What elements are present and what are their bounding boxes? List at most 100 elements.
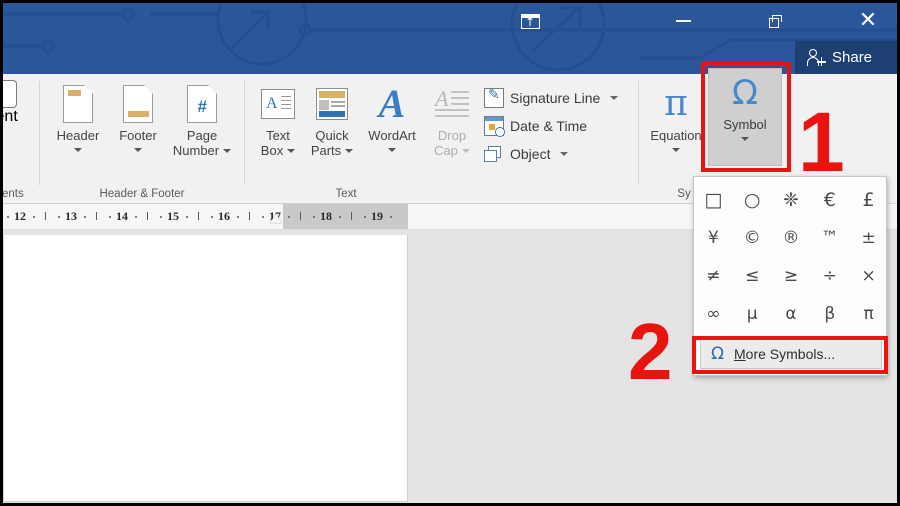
ribbon-group-comments: ment ents <box>0 74 38 204</box>
ruler-dot <box>186 216 188 218</box>
ruler-minor-tick <box>147 212 148 220</box>
ruler-dot <box>237 216 239 218</box>
comment-label: ment <box>0 108 18 126</box>
signature-line-caret[interactable] <box>610 96 618 100</box>
text-box-label-line2: Box <box>261 143 283 158</box>
close-button[interactable]: ✕ <box>845 4 891 38</box>
ruler-minor-tick <box>300 212 301 220</box>
symbol-cell[interactable]: ∞ <box>694 295 733 333</box>
drop-cap-button[interactable]: A Drop Cap <box>424 80 480 158</box>
symbol-cell[interactable]: £ <box>849 181 888 219</box>
close-icon: ✕ <box>859 10 877 32</box>
signature-line-label: Signature Line <box>510 90 600 106</box>
text-box-icon: A <box>261 80 295 128</box>
object-label: Object <box>510 146 550 162</box>
ruler-dot <box>135 216 137 218</box>
ruler-tick-label: 19 <box>371 209 383 224</box>
comment-button[interactable]: ment <box>0 80 28 126</box>
ruler-dot <box>364 216 366 218</box>
footer-caret[interactable] <box>134 143 142 157</box>
ruler-dot <box>58 216 60 218</box>
minimize-button[interactable] <box>660 4 706 38</box>
symbol-cell[interactable]: ¥ <box>694 219 733 257</box>
ruler-tick-label: 18 <box>320 209 332 224</box>
indent-marker[interactable] <box>270 214 282 223</box>
ruler-dot <box>262 216 264 218</box>
ruler-tick-label: 12 <box>14 209 26 224</box>
ruler-minor-tick <box>249 212 250 220</box>
page-number-label-line1: Page <box>187 128 217 143</box>
text-box-label-line1: Text <box>266 128 290 143</box>
header-caret[interactable] <box>74 143 82 157</box>
symbol-cell[interactable]: μ <box>733 295 772 333</box>
page-number-button[interactable]: # Page Number <box>170 80 234 158</box>
drop-cap-caret[interactable] <box>462 149 470 153</box>
symbol-cell[interactable]: ≠ <box>694 257 733 295</box>
header-page-icon <box>63 80 93 128</box>
symbol-cell[interactable]: □ <box>694 181 733 219</box>
ruler-minor-tick <box>96 212 97 220</box>
ruler-minor-tick <box>45 212 46 220</box>
equation-label: Equation <box>650 128 701 143</box>
symbol-cell[interactable]: ÷ <box>810 257 849 295</box>
object-caret[interactable] <box>560 152 568 156</box>
object-icon <box>484 144 504 164</box>
symbol-cell[interactable]: π <box>849 295 888 333</box>
equation-caret[interactable] <box>672 143 680 157</box>
pi-glyph: π <box>664 84 688 124</box>
ruler-dot <box>339 216 341 218</box>
symbol-cell[interactable]: ≤ <box>733 257 772 295</box>
quick-parts-label-line1: Quick <box>315 128 348 143</box>
symbol-cell[interactable]: ○ <box>733 181 772 219</box>
symbol-cell[interactable]: α <box>772 295 811 333</box>
page-number-caret[interactable] <box>223 149 231 153</box>
restore-button[interactable] <box>752 4 798 38</box>
wordart-button[interactable]: A WordArt <box>358 80 426 157</box>
quick-parts-caret[interactable] <box>345 149 353 153</box>
symbol-cell[interactable]: ± <box>849 219 888 257</box>
page-number-label-line2: Number <box>173 143 219 158</box>
quick-parts-button[interactable]: Quick Parts <box>304 80 360 158</box>
wordart-icon: A <box>379 80 406 128</box>
date-time-button[interactable]: Date & Time <box>480 112 618 140</box>
ruler-minor-tick <box>198 212 199 220</box>
symbol-cell[interactable]: × <box>849 257 888 295</box>
text-box-caret[interactable] <box>287 149 295 153</box>
object-button[interactable]: Object <box>480 140 618 168</box>
group-label-header-footer: Header & Footer <box>42 188 242 200</box>
symbol-cell[interactable]: β <box>810 295 849 333</box>
symbol-cell[interactable]: ™ <box>810 219 849 257</box>
ruler-dot <box>84 216 86 218</box>
symbol-cell[interactable]: © <box>733 219 772 257</box>
annotation-box-more-symbols <box>692 336 888 374</box>
footer-button[interactable]: Footer <box>110 80 166 157</box>
drop-cap-label-line2: Cap <box>434 143 458 158</box>
equation-button[interactable]: π Equation <box>644 80 708 157</box>
ruler-dot <box>390 216 392 218</box>
text-small-commands: Signature Line Date & Time Object <box>480 84 618 168</box>
wordart-label: WordArt <box>368 128 415 143</box>
ruler-dot <box>109 216 111 218</box>
share-person-icon <box>807 48 826 67</box>
wordart-caret[interactable] <box>388 143 396 157</box>
divider <box>638 81 639 185</box>
page-number-icon: # <box>187 80 217 128</box>
symbol-cell[interactable]: ® <box>772 219 811 257</box>
ruler-dot <box>211 216 213 218</box>
group-label-text: Text <box>246 188 446 200</box>
date-time-label: Date & Time <box>510 118 587 134</box>
header-button[interactable]: Header <box>50 80 106 157</box>
comment-icon <box>0 80 17 108</box>
ribbon-display-options-button[interactable] <box>508 4 552 38</box>
symbol-cell[interactable]: ≥ <box>772 257 811 295</box>
share-button[interactable]: Share <box>795 41 900 74</box>
footer-label: Footer <box>119 128 157 143</box>
share-label: Share <box>832 49 872 66</box>
annotation-step-2: 2 <box>628 312 673 392</box>
ruler-tick-label: 13 <box>65 209 77 224</box>
signature-line-button[interactable]: Signature Line <box>480 84 618 112</box>
signature-line-icon <box>484 88 504 108</box>
document-page[interactable] <box>3 235 408 502</box>
annotation-box-symbol <box>701 62 791 172</box>
text-box-button[interactable]: A Text Box <box>250 80 306 158</box>
